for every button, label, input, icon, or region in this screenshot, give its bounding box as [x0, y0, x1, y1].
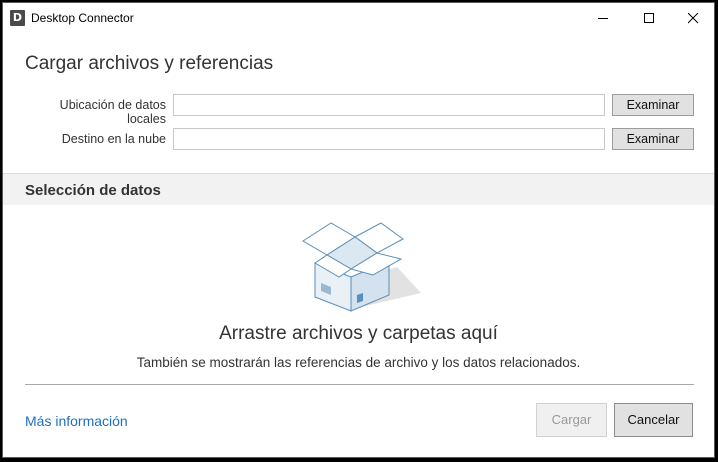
- window-title: Desktop Connector: [31, 11, 134, 25]
- browse-cloud-button[interactable]: Examinar: [612, 128, 694, 150]
- open-box-icon: [302, 222, 421, 312]
- browse-local-button[interactable]: Examinar: [612, 94, 694, 116]
- local-location-label: Ubicación de datos locales: [59, 98, 166, 126]
- close-icon: [688, 13, 699, 24]
- close-button[interactable]: [670, 3, 716, 33]
- data-selection-header: Selección de datos: [3, 173, 714, 205]
- more-info-link[interactable]: Más información: [25, 413, 128, 429]
- section-title: Selección de datos: [25, 182, 161, 199]
- upload-button[interactable]: Cargar: [536, 403, 607, 437]
- maximize-button[interactable]: [626, 3, 672, 33]
- cloud-destination-label: Destino en la nube: [61, 132, 166, 146]
- desktop-connector-window: D Desktop Connector Cargar archivos y re…: [2, 2, 715, 458]
- drop-zone-title: Arrastre archivos y carpetas aquí: [219, 323, 498, 344]
- minimize-icon: [598, 18, 608, 19]
- page-title: Cargar archivos y referencias: [25, 53, 274, 74]
- minimize-button[interactable]: [580, 3, 626, 33]
- footer-divider: [25, 384, 694, 385]
- drop-zone-subtitle: También se mostrarán las referencias de …: [136, 355, 581, 370]
- local-location-input[interactable]: [173, 94, 605, 116]
- cloud-destination-input[interactable]: [173, 128, 605, 150]
- maximize-icon: [644, 13, 654, 23]
- cancel-button[interactable]: Cancelar: [614, 403, 693, 437]
- app-icon: D: [10, 10, 25, 26]
- title-bar[interactable]: D Desktop Connector: [3, 3, 714, 33]
